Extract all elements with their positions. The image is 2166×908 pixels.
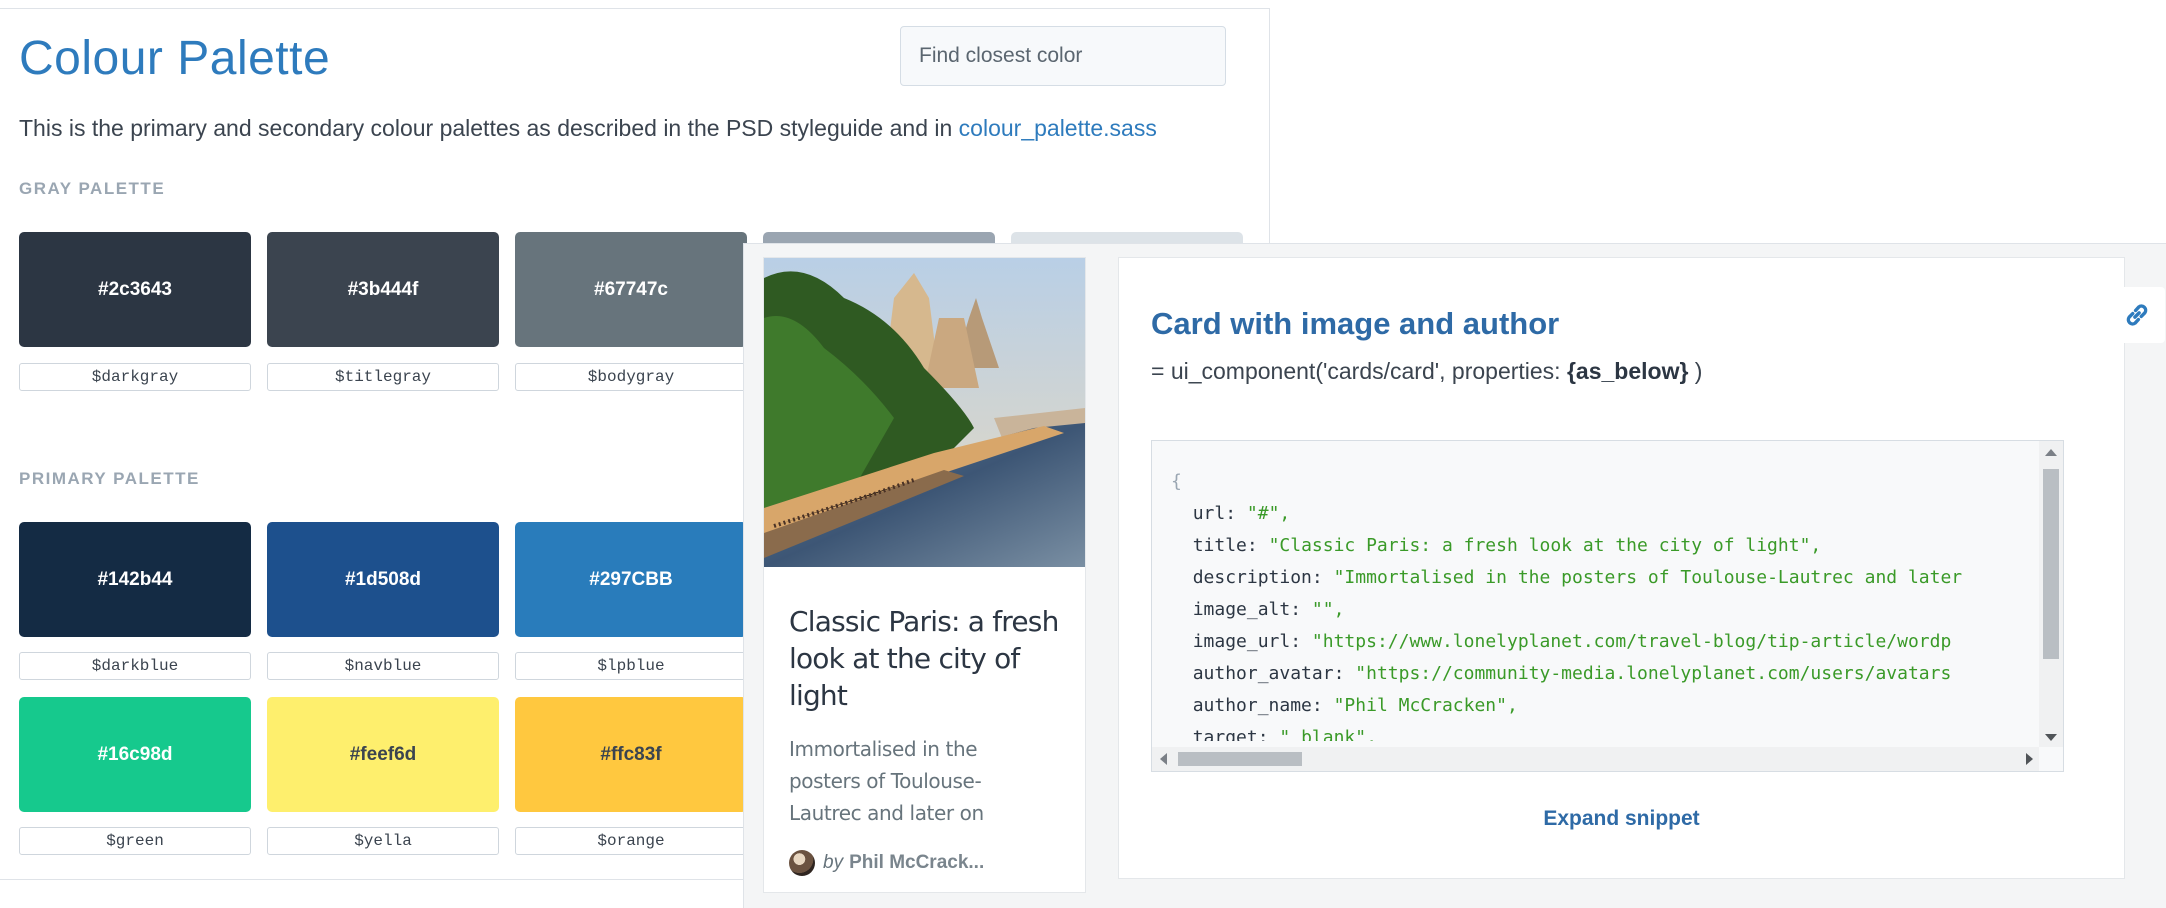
code-content: { url: "#", title: "Classic Paris: a fre… xyxy=(1171,466,2031,741)
expand-snippet-link[interactable]: Expand snippet xyxy=(1119,807,2124,831)
swatch-darkblue[interactable]: #142b44 xyxy=(19,522,251,637)
author-avatar xyxy=(789,850,815,876)
scroll-down-icon[interactable] xyxy=(2045,734,2057,741)
code-value: "Classic Paris: a fresh look at the city… xyxy=(1268,535,1822,556)
usage-prefix: = ui_component('cards/card', properties: xyxy=(1151,358,1567,384)
swatch-orange[interactable]: #ffc83f xyxy=(515,697,747,812)
var-label-lpblue: $lpblue xyxy=(515,652,747,680)
var-label-bodygray: $bodygray xyxy=(515,363,747,391)
var-label-darkgray: $darkgray xyxy=(19,363,251,391)
var-label-yella: $yella xyxy=(267,827,499,855)
swatch-yella[interactable]: #feef6d xyxy=(267,697,499,812)
code-key: url xyxy=(1192,503,1226,524)
swatch-titlegray[interactable]: #3b444f xyxy=(267,232,499,347)
find-closest-color-input[interactable] xyxy=(900,26,1226,86)
component-title: Card with image and author xyxy=(1151,306,1560,341)
horizontal-scroll-thumb[interactable] xyxy=(1178,752,1302,766)
card-image xyxy=(764,258,1085,567)
component-preview-overlay: Classic Paris: a fresh look at the city … xyxy=(743,243,2166,908)
copy-link-button[interactable] xyxy=(2109,287,2165,343)
card-title[interactable]: Classic Paris: a fresh look at the city … xyxy=(789,603,1069,714)
swatch-darkgray[interactable]: #2c3643 xyxy=(19,232,251,347)
card-description: Immortalised in the posters of Toulouse-… xyxy=(789,737,984,825)
code-value: "Immortalised in the posters of Toulouse… xyxy=(1333,567,1963,588)
var-label-navblue: $navblue xyxy=(267,652,499,680)
author-name: Phil McCrack... xyxy=(849,852,985,873)
usage-properties: {as_below} xyxy=(1566,358,1689,384)
swatch-bodygray[interactable]: #67747c xyxy=(515,232,747,347)
colour-palette-sass-link[interactable]: colour_palette.sass xyxy=(959,115,1157,141)
vertical-scroll-thumb[interactable] xyxy=(2043,469,2059,659)
author-by-label: by xyxy=(823,852,844,873)
code-value: "https://community-media.lonelyplanet.co… xyxy=(1355,663,1952,684)
var-label-green: $green xyxy=(19,827,251,855)
usage-suffix: ) xyxy=(1688,358,1703,384)
primary-palette-heading: PRIMARY PALETTE xyxy=(19,469,200,488)
var-label-orange: $orange xyxy=(515,827,747,855)
swatch-green[interactable]: #16c98d xyxy=(19,697,251,812)
gray-palette-heading: GRAY PALETTE xyxy=(19,179,166,198)
intro-text: This is the primary and secondary colour… xyxy=(19,115,1157,142)
code-snippet[interactable]: { url: "#", title: "Classic Paris: a fre… xyxy=(1151,440,2064,772)
scroll-right-icon[interactable] xyxy=(2026,753,2033,765)
code-key: author_avatar xyxy=(1192,663,1334,684)
component-doc-panel: Card with image and author = ui_componen… xyxy=(1118,257,2125,879)
code-key: title xyxy=(1192,535,1247,556)
code-open-brace: { xyxy=(1171,471,1182,492)
scroll-up-icon[interactable] xyxy=(2045,449,2057,456)
page-title: Colour Palette xyxy=(19,32,331,85)
link-icon xyxy=(2126,304,2148,326)
code-key: image_url xyxy=(1192,631,1291,652)
code-horizontal-scrollbar[interactable] xyxy=(1152,747,2039,771)
code-key: image_alt xyxy=(1192,599,1291,620)
code-vertical-scrollbar[interactable] xyxy=(2039,441,2063,747)
scroll-left-icon[interactable] xyxy=(1160,753,1167,765)
code-value: "https://www.lonelyplanet.com/travel-blo… xyxy=(1311,631,1952,652)
code-value: "", xyxy=(1311,599,1345,620)
swatch-navblue[interactable]: #1d508d xyxy=(267,522,499,637)
swatch-lpblue[interactable]: #297CBB xyxy=(515,522,747,637)
code-key: author_name xyxy=(1192,695,1312,716)
var-label-titlegray: $titlegray xyxy=(267,363,499,391)
component-usage: = ui_component('cards/card', properties:… xyxy=(1151,358,1702,385)
var-label-darkblue: $darkblue xyxy=(19,652,251,680)
code-key: description xyxy=(1192,567,1312,588)
code-value: "#", xyxy=(1246,503,1291,524)
code-value: "Phil McCracken", xyxy=(1333,695,1518,716)
code-value: "_blank", xyxy=(1279,727,1377,741)
code-key: target xyxy=(1192,727,1258,741)
card-preview[interactable]: Classic Paris: a fresh look at the city … xyxy=(763,257,1086,893)
card-author[interactable]: by Phil McCrack... xyxy=(789,850,984,876)
intro-sentence: This is the primary and secondary colour… xyxy=(19,115,959,141)
